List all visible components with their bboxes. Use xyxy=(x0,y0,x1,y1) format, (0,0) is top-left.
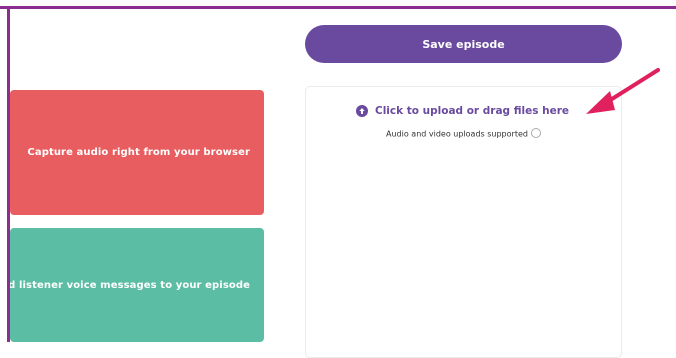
record-audio-text: Capture audio right from your browser xyxy=(27,147,250,158)
frame-top-border xyxy=(0,6,676,9)
upload-supported-text: Audio and video uploads supported xyxy=(306,128,621,139)
pink-arrow-annotation xyxy=(586,68,660,114)
record-audio-card[interactable]: Capture audio right from your browser xyxy=(10,90,264,215)
info-icon[interactable] xyxy=(530,128,541,138)
save-episode-button[interactable]: Save episode xyxy=(305,25,622,63)
upload-circle-icon xyxy=(356,105,368,117)
supported-label: Audio and video uploads supported xyxy=(386,129,528,139)
voice-messages-card[interactable]: dd listener voice messages to your episo… xyxy=(10,228,264,342)
upload-cta-label: Click to upload or drag files here xyxy=(375,105,570,117)
upload-link[interactable]: Click to upload or drag files here xyxy=(356,105,569,117)
voice-messages-text: dd listener voice messages to your episo… xyxy=(10,279,250,291)
upload-dropzone[interactable]: Click to upload or drag files here Audio… xyxy=(305,86,622,358)
